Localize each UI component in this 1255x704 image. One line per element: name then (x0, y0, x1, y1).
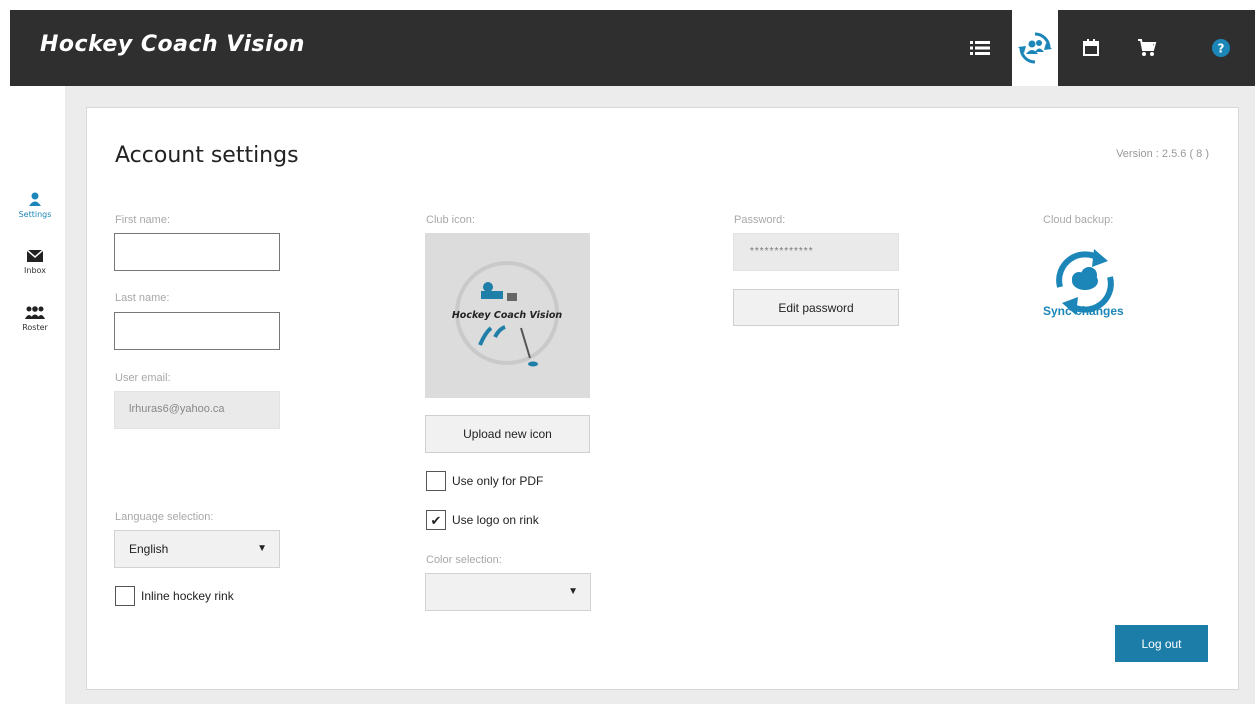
sidebar-item-inbox[interactable]: Inbox (10, 249, 60, 275)
logo-on-rink-label: Use logo on rink (452, 513, 539, 527)
inline-rink-label: Inline hockey rink (141, 589, 234, 603)
page-title: Account settings (115, 143, 299, 168)
checkbox-box (426, 471, 446, 491)
svg-text:?: ? (1218, 42, 1225, 56)
person-icon (29, 192, 41, 206)
mail-icon (26, 249, 44, 262)
sync-changes-link[interactable]: Sync changes (1043, 304, 1124, 318)
email-field: lrhuras6@yahoo.ca (114, 391, 280, 429)
checkbox-box (115, 586, 135, 606)
group-icon (25, 306, 45, 319)
password-field: ************* (733, 233, 899, 271)
top-bar: Hockey Coach Vision ? (10, 10, 1255, 86)
password-label: Password: (734, 214, 786, 226)
sidebar-item-settings[interactable]: Settings (10, 192, 60, 219)
svg-text:Hockey Coach Vision: Hockey Coach Vision (452, 310, 563, 321)
color-label: Color selection: (426, 554, 502, 566)
calendar-icon[interactable] (1068, 10, 1114, 86)
sidebar-item-label: Inbox (24, 266, 46, 275)
list-icon[interactable] (957, 10, 1003, 86)
pdf-only-checkbox[interactable]: Use only for PDF (426, 471, 543, 491)
language-select[interactable]: English ▼ (114, 530, 280, 568)
dropdown-arrow-icon: ▼ (568, 586, 578, 597)
email-label: User email: (115, 372, 171, 384)
cloud-backup-label: Cloud backup: (1043, 214, 1114, 226)
club-icon-label: Club icon: (426, 214, 475, 226)
last-name-field[interactable] (114, 312, 280, 350)
version-label: Version : 2.5.6 ( 8 ) (1116, 148, 1209, 160)
last-name-label: Last name: (115, 292, 170, 304)
first-name-label: First name: (115, 214, 171, 226)
checkmark-icon: ✔ (426, 510, 446, 530)
logo-on-rink-checkbox[interactable]: ✔ Use logo on rink (426, 510, 539, 530)
logout-button[interactable]: Log out (1115, 625, 1208, 662)
app-title: Hockey Coach Vision (40, 32, 305, 57)
first-name-field[interactable] (114, 233, 280, 271)
sidebar-item-label: Roster (22, 323, 48, 332)
edit-password-button[interactable]: Edit password (733, 289, 899, 326)
club-icon-preview: Hockey Coach Vision (425, 233, 590, 398)
cart-icon[interactable] (1124, 10, 1170, 86)
help-icon[interactable]: ? (1198, 10, 1244, 86)
club-logo-image: Hockey Coach Vision (452, 261, 563, 367)
sidebar-item-label: Settings (18, 210, 52, 219)
inline-rink-checkbox[interactable]: Inline hockey rink (115, 586, 234, 606)
sidebar-item-roster[interactable]: Roster (10, 306, 60, 332)
language-value: English (129, 542, 169, 556)
dropdown-arrow-icon: ▼ (257, 543, 267, 554)
account-sync-icon[interactable] (1012, 10, 1058, 86)
language-label: Language selection: (115, 511, 214, 523)
sidebar: Settings Inbox Roster (10, 86, 65, 704)
color-select[interactable]: ▼ (425, 573, 591, 611)
upload-icon-button[interactable]: Upload new icon (425, 415, 590, 453)
pdf-only-label: Use only for PDF (452, 474, 544, 488)
